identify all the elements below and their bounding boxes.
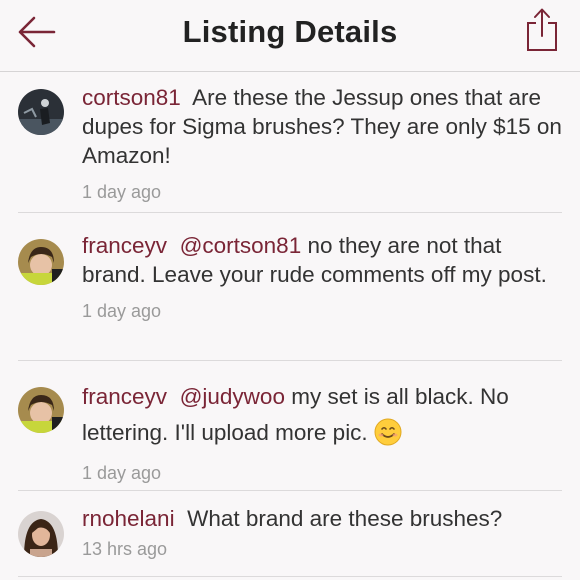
comment-item: franceyv @cortson81 no they are not that…	[18, 213, 562, 361]
comment-mention[interactable]: @cortson81	[180, 233, 302, 258]
comment-text: franceyv @cortson81 no they are not that…	[82, 213, 562, 289]
comment-message: What brand are these brushes?	[187, 506, 503, 531]
avatar[interactable]	[18, 89, 64, 135]
smiling-face-emoji-icon	[374, 418, 402, 457]
share-icon	[527, 8, 557, 51]
avatar[interactable]	[18, 239, 64, 285]
comment-username[interactable]: franceyv	[82, 384, 167, 409]
comment-text: franceyv @judywoo my set is all black. N…	[82, 361, 562, 457]
comment-timestamp: 1 day ago	[82, 463, 162, 483]
comment-item: rnohelani What brand are these brushes? …	[18, 491, 562, 577]
comment-text: cortson81 Are these the Jessup ones that…	[82, 73, 562, 170]
page-title: Listing Details	[182, 14, 398, 49]
comment-username[interactable]: rnohelani	[82, 506, 175, 531]
comment-username[interactable]: cortson81	[82, 85, 181, 110]
comment-timestamp: 1 day ago	[82, 301, 162, 321]
comment-timestamp: 1 day ago	[82, 182, 162, 202]
comment-item: franceyv @judywoo my set is all black. N…	[18, 361, 562, 491]
top-nav-bar: Listing Details	[0, 0, 580, 72]
share-button[interactable]	[524, 6, 560, 52]
avatar[interactable]	[18, 511, 64, 557]
comment-username[interactable]: franceyv	[82, 233, 167, 258]
avatar[interactable]	[18, 387, 64, 433]
comment-mention[interactable]: @judywoo	[180, 384, 285, 409]
comment-text: rnohelani What brand are these brushes?	[82, 491, 562, 533]
comment-list: cortson81 Are these the Jessup ones that…	[0, 73, 580, 577]
comment-timestamp: 13 hrs ago	[82, 539, 168, 559]
comment-item: cortson81 Are these the Jessup ones that…	[18, 73, 562, 213]
